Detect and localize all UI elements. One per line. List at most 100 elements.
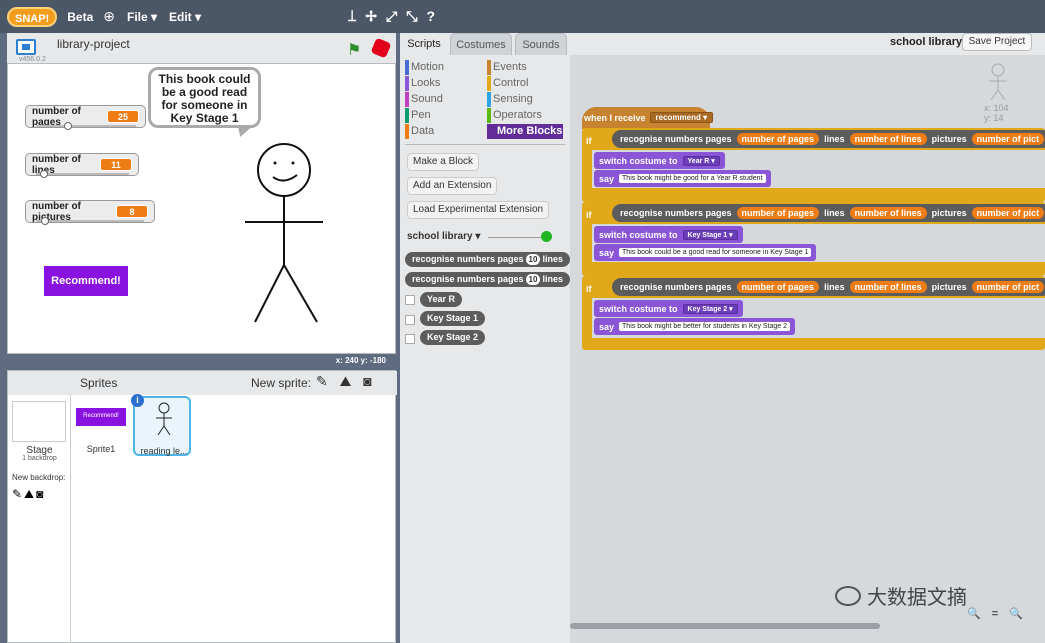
tab-scripts[interactable]: Scripts xyxy=(402,33,446,55)
script-area[interactable]: x: 104 y: 14 when I receive recommend ▾ … xyxy=(570,55,1045,643)
move-icon[interactable]: ✢ xyxy=(365,8,377,25)
block-label: recognise numbers pages xyxy=(412,254,524,264)
reporter-lines: lines xyxy=(824,134,845,144)
make-a-block-button[interactable]: Make a Block xyxy=(407,153,480,171)
if-label: if xyxy=(586,284,592,294)
edit-menu[interactable]: Edit ▾ xyxy=(169,10,201,24)
monitor-value: 11 xyxy=(100,158,132,171)
say-input[interactable]: This book might be better for students i… xyxy=(619,322,791,331)
stage-canvas[interactable]: number of pages 25 number of lines 11 nu… xyxy=(7,63,396,354)
var-number-of-pictures[interactable]: number of pict xyxy=(971,133,1045,145)
reporter-lines: lines xyxy=(824,208,845,218)
message-dropdown[interactable]: recommend ▾ xyxy=(649,112,714,123)
if-block[interactable]: if recognise numbers pages number of pag… xyxy=(582,276,1045,350)
slider-knob[interactable] xyxy=(64,122,72,130)
recognise-reporter[interactable]: recognise numbers pages number of pages … xyxy=(612,130,1045,148)
new-sprite-tools[interactable]: ✎ ⛰ ◙ xyxy=(316,373,376,390)
recognise-reporter[interactable]: recognise numbers pages number of pages … xyxy=(612,204,1045,222)
var-number-of-lines[interactable]: number of lines xyxy=(849,133,927,145)
checkbox-key-stage-2[interactable] xyxy=(405,334,415,344)
help-icon[interactable]: ? xyxy=(426,8,435,25)
presentation-mode-icon[interactable] xyxy=(16,39,36,55)
stick-figure-sprite[interactable] xyxy=(233,139,343,324)
sprite-name: reading le... xyxy=(140,446,188,456)
category-pen[interactable]: Pen xyxy=(405,108,431,123)
switch-costume-block[interactable]: switch costume to Key Stage 1 ▾ xyxy=(594,226,743,243)
recommend-button-sprite[interactable]: Recommend! xyxy=(44,266,128,296)
monitor-number-of-pictures[interactable]: number of pictures 8 xyxy=(25,200,155,225)
var-number-of-pages[interactable]: number of pages xyxy=(736,207,820,219)
palette-block-recognise[interactable]: recognise numbers pages 10 lines xyxy=(405,252,570,267)
category-operators[interactable]: Operators xyxy=(487,108,542,123)
load-experimental-extension-button[interactable]: Load Experimental Extension xyxy=(407,201,550,219)
monitor-slider[interactable] xyxy=(36,170,129,178)
say-block[interactable]: say This book might be good for a Year R… xyxy=(594,170,771,187)
globe-icon[interactable]: ⊕ xyxy=(103,8,115,25)
stop-sign-icon[interactable] xyxy=(370,37,392,59)
palette-block-key-stage-1[interactable]: Key Stage 1 xyxy=(420,311,486,326)
var-number-of-lines[interactable]: number of lines xyxy=(849,281,927,293)
block-number-slot[interactable]: 10 xyxy=(525,254,541,265)
category-data[interactable]: Data xyxy=(405,124,434,139)
file-menu[interactable]: File ▾ xyxy=(127,10,157,24)
horizontal-scrollbar[interactable] xyxy=(570,623,880,629)
switch-costume-block[interactable]: switch costume to Key Stage 2 ▾ xyxy=(594,300,743,317)
add-extension-button[interactable]: Add an Extension xyxy=(407,177,498,195)
green-flag-icon[interactable]: ⚑ xyxy=(347,40,361,60)
pointer-icon[interactable]: ⟘ xyxy=(348,8,356,25)
category-looks[interactable]: Looks xyxy=(405,76,440,91)
monitor-slider[interactable] xyxy=(36,122,136,130)
category-control[interactable]: Control xyxy=(487,76,528,91)
checkbox-year-r[interactable] xyxy=(405,295,415,305)
hat-label: when I receive xyxy=(584,112,646,123)
if-block[interactable]: if recognise numbers pages number of pag… xyxy=(582,128,1045,202)
project-name: library-project xyxy=(57,37,130,51)
checkbox-key-stage-1[interactable] xyxy=(405,315,415,325)
monitor-number-of-lines[interactable]: number of lines 11 xyxy=(25,153,139,178)
if-block[interactable]: if recognise numbers pages number of pag… xyxy=(582,202,1045,276)
grow-icon[interactable]: ⤢ xyxy=(386,8,397,25)
switch-costume-block[interactable]: switch costume to Year R ▾ xyxy=(594,152,725,169)
slider-knob[interactable] xyxy=(41,217,49,225)
snap-logo[interactable]: SNAP! xyxy=(7,6,58,27)
costume-dropdown[interactable]: Key Stage 1 ▾ xyxy=(682,229,738,240)
category-sound[interactable]: Sound xyxy=(405,92,443,107)
monitor-slider[interactable] xyxy=(36,217,144,225)
stage-coordinates: x: 240 y: -180 xyxy=(7,354,396,368)
tab-sounds[interactable]: Sounds xyxy=(515,33,567,55)
var-number-of-pages[interactable]: number of pages xyxy=(736,133,820,145)
monitor-value: 25 xyxy=(107,110,139,123)
var-number-of-pictures[interactable]: number of pict xyxy=(971,207,1045,219)
costume-dropdown[interactable]: Year R ▾ xyxy=(682,155,720,166)
say-block[interactable]: say This book might be better for studen… xyxy=(594,318,796,335)
block-number-slot[interactable]: 10 xyxy=(525,274,541,285)
slider-knob[interactable] xyxy=(40,170,48,178)
palette-block-year-r[interactable]: Year R xyxy=(420,292,463,307)
costume-dropdown[interactable]: Key Stage 2 ▾ xyxy=(682,303,738,314)
category-more-blocks[interactable]: More Blocks xyxy=(487,124,563,139)
sprite-x: x: 104 xyxy=(984,103,1009,113)
category-events[interactable]: Events xyxy=(487,60,527,75)
say-input[interactable]: This book could be a good read for someo… xyxy=(619,248,812,257)
library-dropdown[interactable]: school library ▾ xyxy=(407,231,480,242)
palette-block-recognise[interactable]: recognise numbers pages 10 lines xyxy=(405,272,570,287)
stage-thumbnail[interactable] xyxy=(12,401,66,442)
monitor-number-of-pages[interactable]: number of pages 25 xyxy=(25,105,146,130)
zoom-controls[interactable]: 🔍 = 🔍 xyxy=(967,607,1027,620)
tab-costumes[interactable]: Costumes xyxy=(450,33,512,55)
palette-block-key-stage-2[interactable]: Key Stage 2 xyxy=(420,330,486,345)
new-backdrop-tools[interactable]: ✎⛰◙ xyxy=(12,487,45,502)
var-number-of-pages[interactable]: number of pages xyxy=(736,281,820,293)
sprite-tile-sprite1[interactable]: Recommend! Sprite1 xyxy=(72,396,130,456)
watermark: 大数据文摘 xyxy=(835,581,967,610)
category-motion[interactable]: Motion xyxy=(405,60,444,75)
say-block[interactable]: say This book could be a good read for s… xyxy=(594,244,817,261)
sprite-tile-reading[interactable]: i reading le... xyxy=(131,394,191,456)
say-input[interactable]: This book might be good for a Year R stu… xyxy=(619,174,766,183)
var-number-of-lines[interactable]: number of lines xyxy=(849,207,927,219)
shrink-icon[interactable]: ⤡ xyxy=(406,8,417,25)
category-sensing[interactable]: Sensing xyxy=(487,92,533,107)
recognise-reporter[interactable]: recognise numbers pages number of pages … xyxy=(612,278,1045,296)
var-number-of-pictures[interactable]: number of pict xyxy=(971,281,1045,293)
save-project-button[interactable]: Save Project xyxy=(962,33,1032,51)
